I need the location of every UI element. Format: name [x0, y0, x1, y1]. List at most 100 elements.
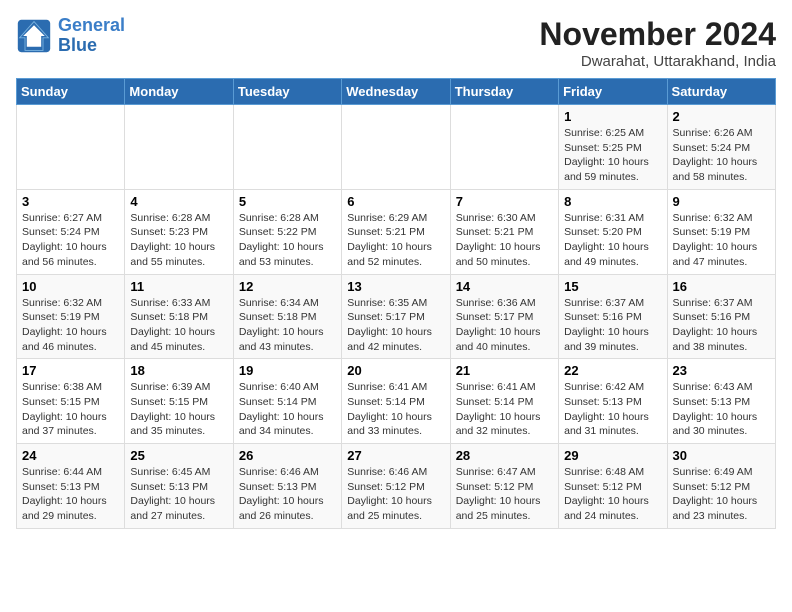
day-number: 2 [673, 109, 770, 124]
calendar-cell: 27Sunrise: 6:46 AM Sunset: 5:12 PM Dayli… [342, 444, 450, 529]
day-info: Sunrise: 6:41 AM Sunset: 5:14 PM Dayligh… [456, 380, 553, 439]
calendar-cell: 6 Sunrise: 6:29 AM Sunset: 5:21 PM Daylig… [342, 189, 450, 274]
day-info: Sunrise: 6:44 AM Sunset: 5:13 PM Dayligh… [22, 465, 119, 524]
calendar-cell: 30 Sunrise: 6:49 AM Sunset: 5:12 PM Dayli… [667, 444, 775, 529]
day-info: Sunrise: 6:46 AM Sunset: 5:12 PM Dayligh… [347, 465, 444, 524]
day-number: 24 [22, 448, 119, 463]
day-number: 18 [130, 363, 227, 378]
day-info: Sunrise: 6:35 AM Sunset: 5:17 PM Dayligh… [347, 296, 444, 355]
day-info: Sunrise: 6:25 AM Sunset: 5:25 PM Dayligh… [564, 126, 661, 185]
day-info: Sunrise: 6:39 AM Sunset: 5:15 PM Dayligh… [130, 380, 227, 439]
day-number: 16 [673, 279, 770, 294]
calendar-cell: 26 Sunrise: 6:46 AM Sunset: 5:13 PM Dayli… [233, 444, 341, 529]
logo: General Blue [16, 16, 125, 56]
calendar-cell: 2 Sunrise: 6:26 AM Sunset: 5:24 PM Daylig… [667, 105, 775, 190]
day-info: Sunrise: 6:28 AM Sunset: 5:23 PM Dayligh… [130, 211, 227, 270]
calendar-cell: 20Sunrise: 6:41 AM Sunset: 5:14 PM Dayli… [342, 359, 450, 444]
calendar-cell: 18 Sunrise: 6:39 AM Sunset: 5:15 PM Dayli… [125, 359, 233, 444]
day-info: Sunrise: 6:31 AM Sunset: 5:20 PM Dayligh… [564, 211, 661, 270]
day-number: 3 [22, 194, 119, 209]
day-info: Sunrise: 6:45 AM Sunset: 5:13 PM Dayligh… [130, 465, 227, 524]
day-number: 23 [673, 363, 770, 378]
day-info: Sunrise: 6:36 AM Sunset: 5:17 PM Dayligh… [456, 296, 553, 355]
day-info: Sunrise: 6:27 AM Sunset: 5:24 PM Dayligh… [22, 211, 119, 270]
calendar-cell: 15 Sunrise: 6:37 AM Sunset: 5:16 PM Dayli… [559, 274, 667, 359]
day-info: Sunrise: 6:32 AM Sunset: 5:19 PM Dayligh… [22, 296, 119, 355]
day-info: Sunrise: 6:46 AM Sunset: 5:13 PM Dayligh… [239, 465, 336, 524]
day-number: 19 [239, 363, 336, 378]
calendar-cell: 14 Sunrise: 6:36 AM Sunset: 5:17 PM Dayli… [450, 274, 558, 359]
day-number: 5 [239, 194, 336, 209]
day-number: 12 [239, 279, 336, 294]
day-info: Sunrise: 6:32 AM Sunset: 5:19 PM Dayligh… [673, 211, 770, 270]
day-number: 14 [456, 279, 553, 294]
day-info: Sunrise: 6:26 AM Sunset: 5:24 PM Dayligh… [673, 126, 770, 185]
calendar-header: SundayMondayTuesdayWednesdayThursdayFrid… [17, 79, 776, 105]
header: General Blue November 2024 Dwarahat, Utt… [16, 16, 776, 70]
calendar-cell: 8Sunrise: 6:31 AM Sunset: 5:20 PM Daylig… [559, 189, 667, 274]
calendar-cell: 21 Sunrise: 6:41 AM Sunset: 5:14 PM Dayli… [450, 359, 558, 444]
day-info: Sunrise: 6:49 AM Sunset: 5:12 PM Dayligh… [673, 465, 770, 524]
day-info: Sunrise: 6:40 AM Sunset: 5:14 PM Dayligh… [239, 380, 336, 439]
day-info: Sunrise: 6:37 AM Sunset: 5:16 PM Dayligh… [564, 296, 661, 355]
day-number: 29 [564, 448, 661, 463]
day-number: 25 [130, 448, 227, 463]
day-info: Sunrise: 6:29 AM Sunset: 5:21 PM Dayligh… [347, 211, 444, 270]
calendar-cell: 13 Sunrise: 6:35 AM Sunset: 5:17 PM Dayli… [342, 274, 450, 359]
day-info: Sunrise: 6:47 AM Sunset: 5:12 PM Dayligh… [456, 465, 553, 524]
calendar-week-5: 24 Sunrise: 6:44 AM Sunset: 5:13 PM Dayli… [17, 444, 776, 529]
day-info: Sunrise: 6:42 AM Sunset: 5:13 PM Dayligh… [564, 380, 661, 439]
day-number: 13 [347, 279, 444, 294]
day-info: Sunrise: 6:43 AM Sunset: 5:13 PM Dayligh… [673, 380, 770, 439]
calendar-cell: 17Sunrise: 6:38 AM Sunset: 5:15 PM Dayli… [17, 359, 125, 444]
day-info: Sunrise: 6:30 AM Sunset: 5:21 PM Dayligh… [456, 211, 553, 270]
logo-icon [16, 18, 52, 54]
day-number: 22 [564, 363, 661, 378]
weekday-header-saturday: Saturday [667, 79, 775, 105]
calendar-cell: 29 Sunrise: 6:48 AM Sunset: 5:12 PM Dayli… [559, 444, 667, 529]
day-number: 28 [456, 448, 553, 463]
calendar-week-2: 3 Sunrise: 6:27 AM Sunset: 5:24 PM Daylig… [17, 189, 776, 274]
calendar-week-3: 10 Sunrise: 6:32 AM Sunset: 5:19 PM Dayli… [17, 274, 776, 359]
calendar-cell: 3 Sunrise: 6:27 AM Sunset: 5:24 PM Daylig… [17, 189, 125, 274]
day-number: 15 [564, 279, 661, 294]
subtitle: Dwarahat, Uttarakhand, India [539, 53, 776, 70]
weekday-header-sunday: Sunday [17, 79, 125, 105]
day-info: Sunrise: 6:34 AM Sunset: 5:18 PM Dayligh… [239, 296, 336, 355]
day-info: Sunrise: 6:38 AM Sunset: 5:15 PM Dayligh… [22, 380, 119, 439]
calendar-cell: 4Sunrise: 6:28 AM Sunset: 5:23 PM Daylig… [125, 189, 233, 274]
day-info: Sunrise: 6:28 AM Sunset: 5:22 PM Dayligh… [239, 211, 336, 270]
calendar-cell: 19 Sunrise: 6:40 AM Sunset: 5:14 PM Dayli… [233, 359, 341, 444]
calendar-cell: 22 Sunrise: 6:42 AM Sunset: 5:13 PM Dayli… [559, 359, 667, 444]
logo-text: General Blue [58, 16, 125, 56]
day-info: Sunrise: 6:48 AM Sunset: 5:12 PM Dayligh… [564, 465, 661, 524]
day-number: 30 [673, 448, 770, 463]
day-number: 10 [22, 279, 119, 294]
day-number: 7 [456, 194, 553, 209]
day-number: 26 [239, 448, 336, 463]
day-number: 6 [347, 194, 444, 209]
calendar-cell [17, 105, 125, 190]
day-info: Sunrise: 6:33 AM Sunset: 5:18 PM Dayligh… [130, 296, 227, 355]
weekday-header-friday: Friday [559, 79, 667, 105]
calendar-cell [125, 105, 233, 190]
weekday-header-tuesday: Tuesday [233, 79, 341, 105]
calendar-cell: 5 Sunrise: 6:28 AM Sunset: 5:22 PM Daylig… [233, 189, 341, 274]
day-number: 11 [130, 279, 227, 294]
calendar-cell: 25 Sunrise: 6:45 AM Sunset: 5:13 PM Dayli… [125, 444, 233, 529]
day-number: 20 [347, 363, 444, 378]
calendar-cell: 7 Sunrise: 6:30 AM Sunset: 5:21 PM Daylig… [450, 189, 558, 274]
day-number: 9 [673, 194, 770, 209]
main-title: November 2024 [539, 16, 776, 53]
calendar-week-4: 17Sunrise: 6:38 AM Sunset: 5:15 PM Dayli… [17, 359, 776, 444]
calendar-cell: 10 Sunrise: 6:32 AM Sunset: 5:19 PM Dayli… [17, 274, 125, 359]
weekday-header-wednesday: Wednesday [342, 79, 450, 105]
calendar-cell: 9 Sunrise: 6:32 AM Sunset: 5:19 PM Daylig… [667, 189, 775, 274]
calendar-cell: 12 Sunrise: 6:34 AM Sunset: 5:18 PM Dayli… [233, 274, 341, 359]
weekday-header-monday: Monday [125, 79, 233, 105]
day-number: 21 [456, 363, 553, 378]
calendar-week-1: 1 Sunrise: 6:25 AM Sunset: 5:25 PM Daylig… [17, 105, 776, 190]
calendar-cell: 28 Sunrise: 6:47 AM Sunset: 5:12 PM Dayli… [450, 444, 558, 529]
calendar-cell [342, 105, 450, 190]
day-number: 1 [564, 109, 661, 124]
